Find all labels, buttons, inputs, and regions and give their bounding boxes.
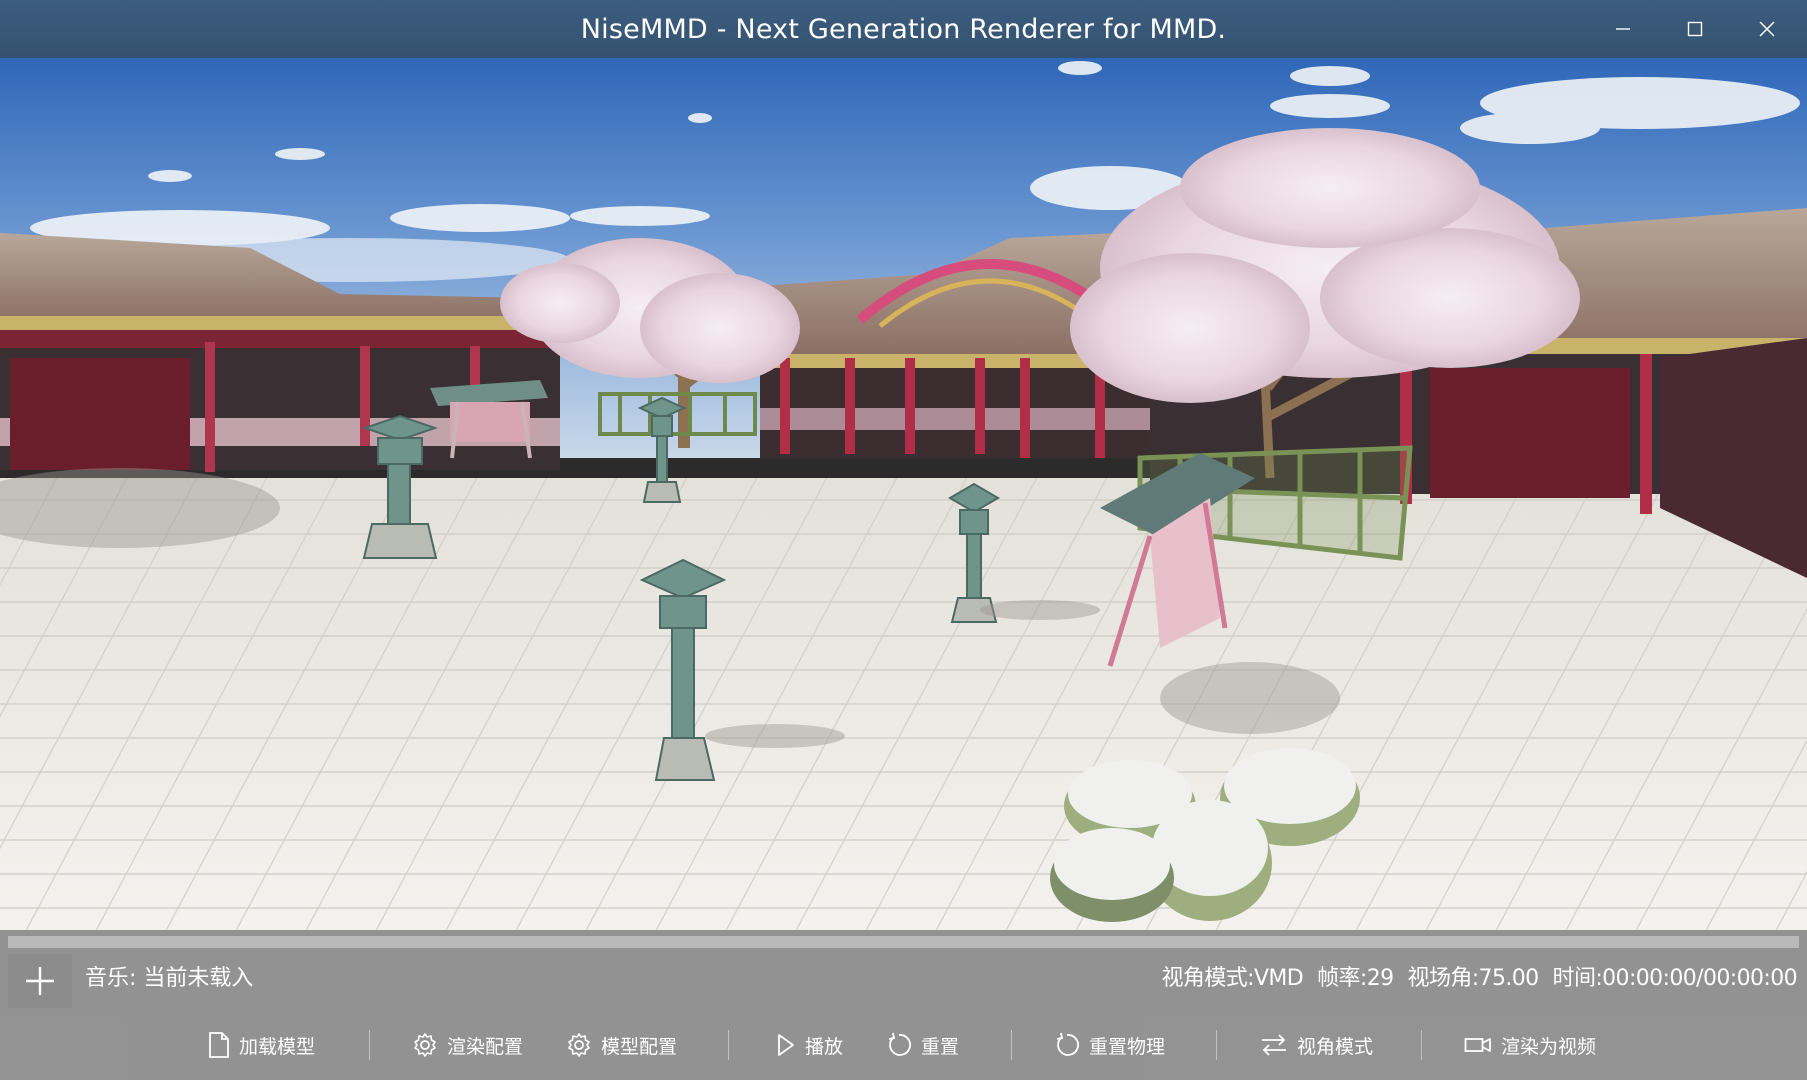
play-label: 播放	[805, 1035, 844, 1058]
music-status: 音乐: 当前未载入	[85, 960, 253, 992]
model-config-button[interactable]: 模型配置	[566, 1020, 677, 1070]
toolbar-divider	[1216, 1030, 1217, 1060]
frame-rate-status: 帧率:29	[1317, 966, 1394, 991]
music-label: 音乐:	[85, 966, 137, 991]
music-value: 当前未载入	[143, 966, 254, 991]
render-video-label: 渲染为视频	[1501, 1035, 1597, 1058]
render-viewport[interactable]	[0, 58, 1807, 930]
model-config-label: 模型配置	[601, 1035, 678, 1058]
reset-label: 重置	[921, 1035, 960, 1058]
gear-icon	[568, 1033, 590, 1057]
toolbar-divider	[1011, 1030, 1012, 1060]
minimize-icon	[1616, 28, 1630, 30]
scene-render	[0, 58, 1807, 930]
gear-icon	[414, 1033, 436, 1057]
play-icon	[778, 1034, 794, 1056]
reset-physics-label: 重置物理	[1089, 1035, 1166, 1058]
reset-button[interactable]: 重置	[886, 1020, 959, 1070]
maximize-icon	[1687, 21, 1703, 37]
time-status: 时间:00:00:00/00:00:00	[1552, 966, 1798, 991]
video-camera-icon	[1464, 1038, 1491, 1052]
add-music-button[interactable]	[8, 954, 72, 1008]
title-bar: NiseMMD - Next Generation Renderer for M…	[0, 0, 1807, 58]
toolbar: 加载模型 渲染配置 模型配置 播放 重置 重置物理 视角模式 渲染为视频	[0, 1020, 1807, 1070]
toolbar-divider	[728, 1030, 729, 1060]
toolbar-divider	[1421, 1030, 1422, 1060]
swap-arrows-icon	[1262, 1034, 1286, 1056]
load-model-button[interactable]: 加载模型	[208, 1020, 315, 1070]
playback-progress-bar[interactable]	[8, 936, 1799, 948]
render-config-button[interactable]: 渲染配置	[412, 1020, 523, 1070]
camera-mode-label: 视角模式	[1297, 1035, 1374, 1058]
render-config-label: 渲染配置	[447, 1035, 524, 1058]
camera-mode-status: 视角模式:VMD	[1161, 966, 1304, 991]
close-button[interactable]	[1731, 0, 1803, 58]
render-video-button[interactable]: 渲染为视频	[1464, 1020, 1596, 1070]
maximize-button[interactable]	[1659, 0, 1731, 58]
play-button[interactable]: 播放	[776, 1020, 843, 1070]
camera-mode-button[interactable]: 视角模式	[1260, 1020, 1373, 1070]
refresh-icon	[888, 1032, 911, 1056]
close-icon	[1759, 21, 1775, 37]
window-title: NiseMMD - Next Generation Renderer for M…	[580, 13, 1227, 45]
minimize-button[interactable]	[1587, 0, 1659, 58]
file-icon	[209, 1032, 229, 1058]
refresh-icon	[1056, 1032, 1079, 1056]
plus-icon	[26, 967, 54, 995]
load-model-label: 加载模型	[239, 1035, 316, 1058]
control-panel: 音乐: 当前未载入 视角模式:VMD 帧率:29 视场角:75.00 时间:00…	[0, 930, 1807, 1080]
toolbar-divider	[369, 1030, 370, 1060]
status-readout: 视角模式:VMD 帧率:29 视场角:75.00 时间:00:00:00/00:…	[1161, 960, 1798, 992]
fov-status: 视场角:75.00	[1407, 966, 1540, 991]
reset-physics-button[interactable]: 重置物理	[1054, 1020, 1165, 1070]
